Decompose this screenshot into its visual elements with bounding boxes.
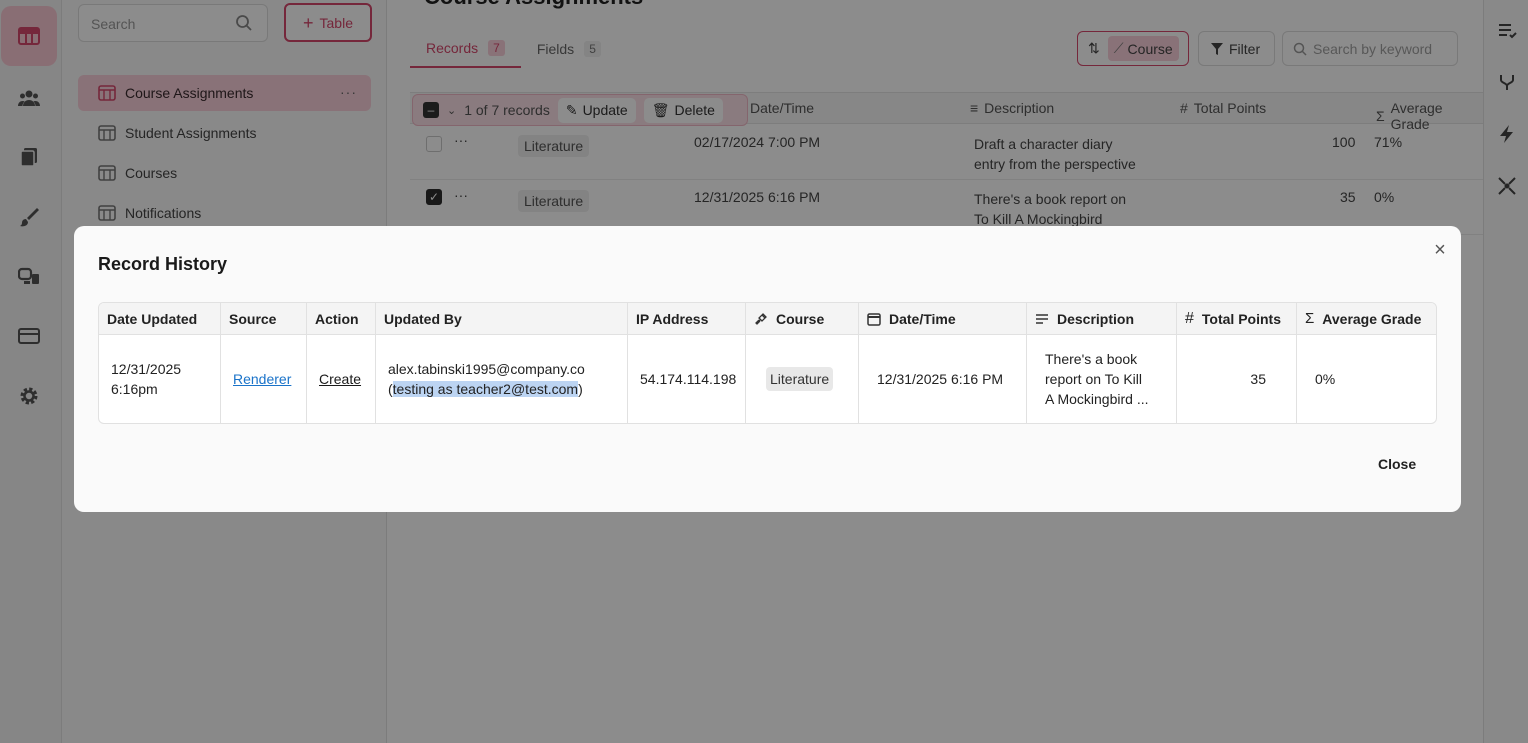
- action-link[interactable]: Create: [319, 369, 361, 389]
- datetime-cell: 12/31/2025 6:16 PM: [877, 371, 1004, 387]
- date-updated-cell: 12/31/2025 6:16pm: [111, 361, 182, 397]
- selected-text: testing as teacher2@test.com: [392, 381, 579, 397]
- column-datetime: Date/Time 12/31/2025 6:16 PM: [859, 303, 1027, 423]
- column-header: Date Updated: [99, 303, 220, 335]
- column-course: Course Literature: [746, 303, 859, 423]
- column-header: Course: [746, 303, 858, 335]
- column-header: IP Address: [628, 303, 745, 335]
- description-cell: There's a book report on To Kill A Mocking…: [1045, 351, 1149, 407]
- column-header: # Total Points: [1177, 303, 1296, 335]
- close-button[interactable]: Close: [1378, 456, 1416, 472]
- column-date-updated: Date Updated 12/31/2025 6:16pm: [99, 303, 221, 423]
- calendar-icon: [867, 312, 881, 326]
- close-icon[interactable]: ×: [1430, 240, 1450, 260]
- column-header: Action: [307, 303, 375, 335]
- ip-cell: 54.174.114.198: [640, 371, 737, 387]
- updated-by-cell: alex.tabinski1995@company.co (testing as…: [388, 361, 585, 397]
- column-updated-by: Updated By alex.tabinski1995@company.co …: [376, 303, 628, 423]
- column-ip-address: IP Address 54.174.114.198: [628, 303, 746, 423]
- text-icon: [1036, 313, 1048, 324]
- column-header: Date/Time: [859, 303, 1026, 335]
- column-source: Source Renderer: [221, 303, 307, 423]
- column-header: Source: [221, 303, 306, 335]
- column-total-points: # Total Points 35: [1177, 303, 1297, 423]
- dialog-title: Record History: [98, 254, 228, 274]
- record-history-dialog: Record History × Date Updated 12/31/2025…: [74, 226, 1461, 512]
- column-header: Σ Average Grade: [1297, 303, 1436, 335]
- average-grade-cell: 0%: [1315, 371, 1336, 387]
- column-action: Action Create: [307, 303, 376, 423]
- total-points-cell: 35: [1250, 371, 1266, 387]
- column-header: Description: [1027, 303, 1176, 335]
- source-link[interactable]: Renderer: [233, 369, 291, 389]
- column-average-grade: Σ Average Grade 0%: [1297, 303, 1436, 423]
- sigma-icon: Σ: [1305, 310, 1315, 327]
- history-table: Date Updated 12/31/2025 6:16pm Source Ren…: [98, 302, 1437, 424]
- number-icon: #: [1185, 309, 1194, 327]
- column-description: Description There's a book report on To K…: [1027, 303, 1177, 423]
- column-header: Updated By: [376, 303, 627, 335]
- course-tag: Literature: [766, 367, 834, 391]
- updated-by-email: alex.tabinski1995@company.co: [388, 361, 585, 377]
- link-icon: [755, 312, 767, 325]
